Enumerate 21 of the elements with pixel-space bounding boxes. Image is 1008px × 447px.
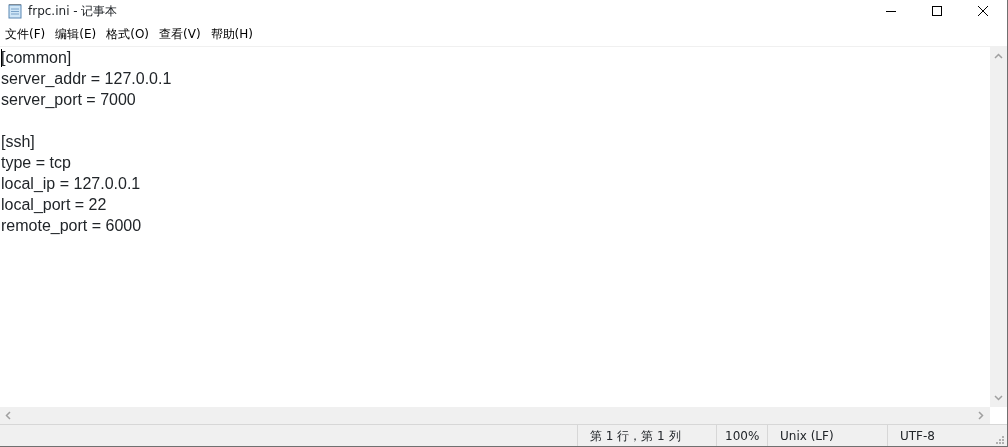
status-text: 第 1 行，第 1 列 bbox=[590, 427, 681, 445]
window-title: frpc.ini - 记事本 bbox=[28, 3, 118, 20]
scroll-right-icon[interactable] bbox=[978, 411, 984, 420]
menu-item[interactable]: 编辑(E) bbox=[51, 25, 103, 43]
scroll-left-icon[interactable] bbox=[5, 411, 11, 420]
notepad-icon bbox=[7, 3, 23, 19]
menu-item[interactable]: 查看(V) bbox=[155, 25, 207, 43]
menu-item[interactable]: 帮助(H) bbox=[206, 25, 259, 43]
status-text: Unix (LF) bbox=[780, 427, 834, 445]
menu-item[interactable]: 格式(O) bbox=[102, 25, 156, 43]
scroll-down-icon[interactable] bbox=[994, 395, 1003, 401]
text-cursor bbox=[1, 49, 2, 67]
horizontal-scrollbar[interactable] bbox=[0, 407, 990, 424]
scroll-up-icon[interactable] bbox=[994, 53, 1003, 59]
menu-item[interactable]: 文件(F) bbox=[1, 25, 52, 43]
status-text: UTF-8 bbox=[900, 427, 935, 445]
maximize-icon bbox=[932, 6, 942, 16]
vertical-scrollbar[interactable] bbox=[990, 47, 1007, 407]
status-text: 100% bbox=[725, 427, 760, 445]
close-icon bbox=[978, 6, 988, 16]
text-editor[interactable]: [common] server_addr = 127.0.0.1 server_port = 7000 [ssh] type = tcp local_ip = 127.0.0.1 local_port = 22 remote_port = 6000 bbox=[0, 47, 990, 407]
